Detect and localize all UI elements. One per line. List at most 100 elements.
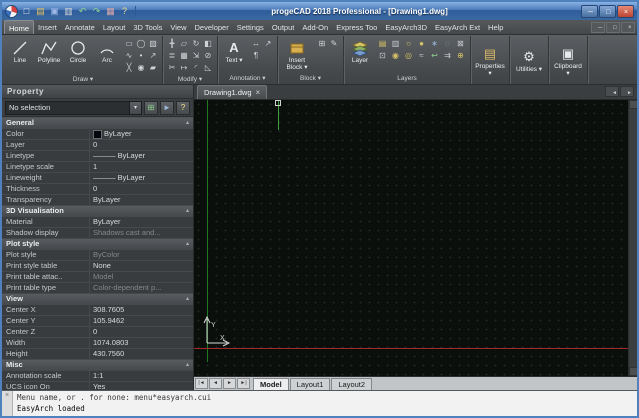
property-row[interactable]: Misc xyxy=(2,360,193,371)
first-tab-icon[interactable]: |◄ xyxy=(195,378,208,389)
combobox-dropdown-icon[interactable]: ▾ xyxy=(129,102,141,114)
menu-tab[interactable]: View xyxy=(166,20,190,34)
layer-previous-icon[interactable]: ↩ xyxy=(428,50,441,62)
property-value[interactable]: ByLayer xyxy=(90,195,193,205)
property-value[interactable]: 1 xyxy=(90,162,193,172)
text-style-icon[interactable]: ¶ xyxy=(250,50,262,62)
layer-on-icon[interactable]: ● xyxy=(415,38,428,50)
layer-merge-icon[interactable]: ⊕ xyxy=(454,50,467,62)
ray-icon[interactable]: ↗ xyxy=(147,50,159,62)
layer-thaw-icon[interactable]: ◌ xyxy=(441,38,454,50)
menu-tab[interactable]: Express Too xyxy=(332,20,381,34)
annotation-group-caption[interactable]: Annotation ▾ xyxy=(221,73,274,84)
property-row[interactable]: General xyxy=(2,118,193,129)
property-row[interactable]: 3D Visualisation xyxy=(2,206,193,217)
menu-tab[interactable]: Insert xyxy=(34,20,61,34)
property-value[interactable]: 1:1 xyxy=(90,371,193,381)
hatch-icon[interactable]: ▨ xyxy=(147,38,159,50)
layer-freeze-icon[interactable]: ∗ xyxy=(428,38,441,50)
mdi-restore-button[interactable]: □ xyxy=(606,22,620,33)
property-row[interactable]: Print style table None xyxy=(2,261,193,272)
layer-off-icon[interactable]: ○ xyxy=(402,38,415,50)
menu-tab[interactable]: Output xyxy=(268,20,299,34)
region-icon[interactable]: ▰ xyxy=(147,62,159,74)
trim-icon[interactable]: ✂ xyxy=(166,62,178,74)
point-icon[interactable]: • xyxy=(135,50,147,62)
tab-scroll-left-icon[interactable]: ◄ xyxy=(605,86,619,97)
property-row[interactable]: Width 1074.0803 xyxy=(2,338,193,349)
property-value[interactable]: ByLayer xyxy=(90,129,193,139)
next-tab-icon[interactable]: ► xyxy=(223,378,236,389)
property-row[interactable]: Center Z 0 xyxy=(2,327,193,338)
maximize-button[interactable]: □ xyxy=(599,5,616,18)
property-row[interactable]: Shadow display Shadows cast and... xyxy=(2,228,193,239)
minimize-button[interactable]: ─ xyxy=(581,5,598,18)
scroll-down-icon[interactable]: ▼ xyxy=(629,367,639,376)
drawing-canvas[interactable]: Y X xyxy=(194,100,628,376)
extend-icon[interactable]: ↦ xyxy=(178,62,190,74)
offset-icon[interactable]: ≣ xyxy=(166,50,178,62)
leader-icon[interactable]: ↗ xyxy=(262,38,274,50)
layer-unlock-icon[interactable]: ⊡ xyxy=(376,50,389,62)
open-file-icon[interactable]: ▤ xyxy=(34,5,47,18)
array-icon[interactable]: ▦ xyxy=(178,50,190,62)
polyline-tool[interactable]: Polyline xyxy=(36,38,62,64)
erase-icon[interactable]: ⊘ xyxy=(202,50,214,62)
dimension-icon[interactable]: ↔ xyxy=(250,38,262,50)
pick-add-icon[interactable]: ⊞ xyxy=(144,101,158,115)
layout-tab[interactable]: Model xyxy=(253,378,289,390)
insert-block-tool[interactable]: Insert Block ▾ xyxy=(281,38,313,71)
property-value[interactable]: Shadows cast and... xyxy=(90,228,193,238)
property-row[interactable]: Center Y 105.9462 xyxy=(2,316,193,327)
layer-unisolate-icon[interactable]: ◎ xyxy=(402,50,415,62)
menu-tab[interactable]: 3D Tools xyxy=(129,20,166,34)
property-row[interactable]: Annotation scale 1:1 xyxy=(2,371,193,382)
menu-tab[interactable]: Developer xyxy=(191,20,233,34)
fillet-icon[interactable]: ◜ xyxy=(190,62,202,74)
properties-tool[interactable]: ▤ Properties ▾ xyxy=(474,44,506,77)
spline-icon[interactable]: ∿ xyxy=(123,50,135,62)
menu-tab[interactable]: Add-On xyxy=(298,20,332,34)
document-tab-close-icon[interactable]: × xyxy=(256,89,261,97)
plot-preview-icon[interactable]: ▦ xyxy=(104,5,117,18)
create-block-icon[interactable]: ⊞ xyxy=(316,38,328,50)
property-row[interactable]: Material ByLayer xyxy=(2,217,193,228)
app-logo-icon[interactable] xyxy=(5,5,18,18)
text-tool[interactable]: A Text ▾ xyxy=(221,38,247,64)
rotate-icon[interactable]: ↻ xyxy=(190,38,202,50)
property-row[interactable]: Thickness 0 xyxy=(2,184,193,195)
menu-tab[interactable]: Home xyxy=(4,20,34,34)
scale-icon[interactable]: ⇲ xyxy=(190,50,202,62)
menu-tab[interactable]: EasyArch3D xyxy=(381,20,431,34)
block-group-caption[interactable]: Block ▾ xyxy=(281,73,340,84)
property-value[interactable]: ——— ByLayer xyxy=(90,173,193,183)
property-row[interactable]: Linetype scale 1 xyxy=(2,162,193,173)
draw-group-caption[interactable]: Draw ▾ xyxy=(7,74,159,85)
mdi-close-button[interactable]: × xyxy=(621,22,635,33)
property-value[interactable]: 0 xyxy=(90,140,193,150)
menu-tab[interactable]: Layout xyxy=(99,20,130,34)
clipboard-tool[interactable]: ▣ Clipboard ▾ xyxy=(552,44,584,77)
layer-walk-icon[interactable]: ⇉ xyxy=(441,50,454,62)
mdi-minimize-button[interactable]: ─ xyxy=(591,22,605,33)
save-icon[interactable]: ▣ xyxy=(48,5,61,18)
circle-tool[interactable]: Circle xyxy=(65,38,91,64)
property-value[interactable]: Color-dependent p... xyxy=(90,283,193,293)
property-value[interactable]: ByLayer xyxy=(90,217,193,227)
close-button[interactable]: × xyxy=(617,5,634,18)
layer-match-icon[interactable]: ≈ xyxy=(415,50,428,62)
property-row[interactable]: Lineweight ——— ByLayer xyxy=(2,173,193,184)
property-row[interactable]: Layer 0 xyxy=(2,140,193,151)
print-icon[interactable]: ▥ xyxy=(62,5,75,18)
quick-select-help-icon[interactable]: ? xyxy=(176,101,190,115)
menu-tab[interactable]: Help xyxy=(484,20,507,34)
property-row[interactable]: Height 430.7560 xyxy=(2,349,193,360)
chamfer-icon[interactable]: ◺ xyxy=(202,62,214,74)
redo-icon[interactable]: ↷ xyxy=(90,5,103,18)
modify-group-caption[interactable]: Modify ▾ xyxy=(166,74,214,85)
ellipse-icon[interactable]: ◯ xyxy=(135,38,147,50)
arc-tool[interactable]: Arc xyxy=(94,38,120,64)
property-value[interactable]: Model xyxy=(90,272,193,282)
layer-isolate-icon[interactable]: ◉ xyxy=(389,50,402,62)
property-row[interactable]: Plot style xyxy=(2,239,193,250)
